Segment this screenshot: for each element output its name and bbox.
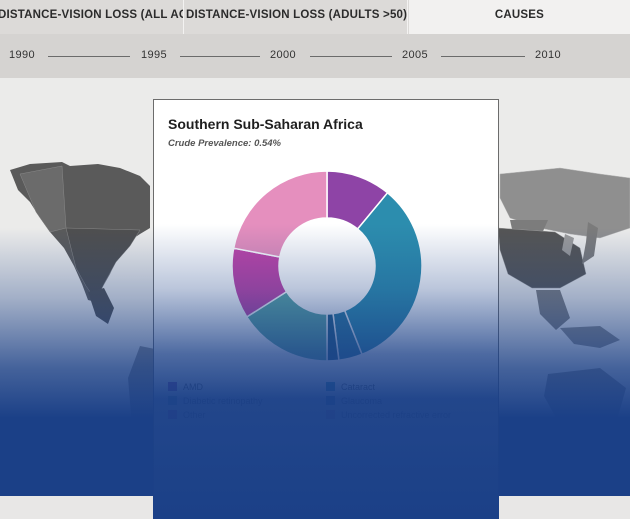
legend-swatch [326,396,335,405]
timeline-segment [310,56,392,57]
legend-label: Cataract [341,382,376,392]
year-1995[interactable]: 1995 [141,49,167,61]
legend-swatch [326,410,335,419]
legend-item: Diabetic retinopathy [168,396,263,406]
legend-label: Glaucoma [341,396,383,406]
region-australia [544,368,626,430]
legend-item: AMD [168,382,203,392]
legend-swatch [168,410,177,419]
legend-label: Diabetic retinopathy [183,396,263,406]
year-2010[interactable]: 2010 [535,49,561,61]
region-china [497,227,587,289]
legend-item: Uncorrected refractive error [326,410,451,420]
region-new-zealand [614,434,624,458]
region-mexico [88,288,114,324]
region-islands [560,326,620,348]
year-2000[interactable]: 2000 [270,49,296,61]
region-title: Southern Sub-Saharan Africa [168,116,363,132]
legend-swatch [168,382,177,391]
legend-label: AMD [183,382,203,392]
timeline-segment [441,56,525,57]
region-canada-west [19,165,67,233]
donut-slice-6[interactable] [232,170,328,258]
tab-vision-loss-all-ages[interactable]: DISTANCE-VISION LOSS (ALL AGES) [0,0,184,34]
causes-donut-chart[interactable] [231,170,423,362]
year-2005[interactable]: 2005 [402,49,428,61]
timeline-segment [48,56,130,57]
region-tooltip-card: Southern Sub-Saharan Africa Crude Preval… [153,99,499,519]
crude-prevalence: Crude Prevalence: 0.54% [168,138,282,149]
legend-item: Other [168,410,206,420]
legend-swatch [326,382,335,391]
year-1990[interactable]: 1990 [9,49,35,61]
legend-item: Cataract [326,382,375,392]
legend-swatch [168,396,177,405]
tab-bar: DISTANCE-VISION LOSS (ALL AGES) DISTANCE… [0,0,630,34]
timeline-segment [180,56,260,57]
tab-vision-loss-adults-50[interactable]: DISTANCE-VISION LOSS (ADULTS >50) [186,0,408,34]
year-timeline[interactable]: 1990 1995 2000 2005 2010 [0,34,630,78]
legend-label: Other [183,410,206,420]
legend-label: Uncorrected refractive error [341,410,452,420]
region-southeast-asia [536,290,570,330]
tab-causes[interactable]: CAUSES [409,0,630,34]
legend-item: Glaucoma [326,396,382,406]
